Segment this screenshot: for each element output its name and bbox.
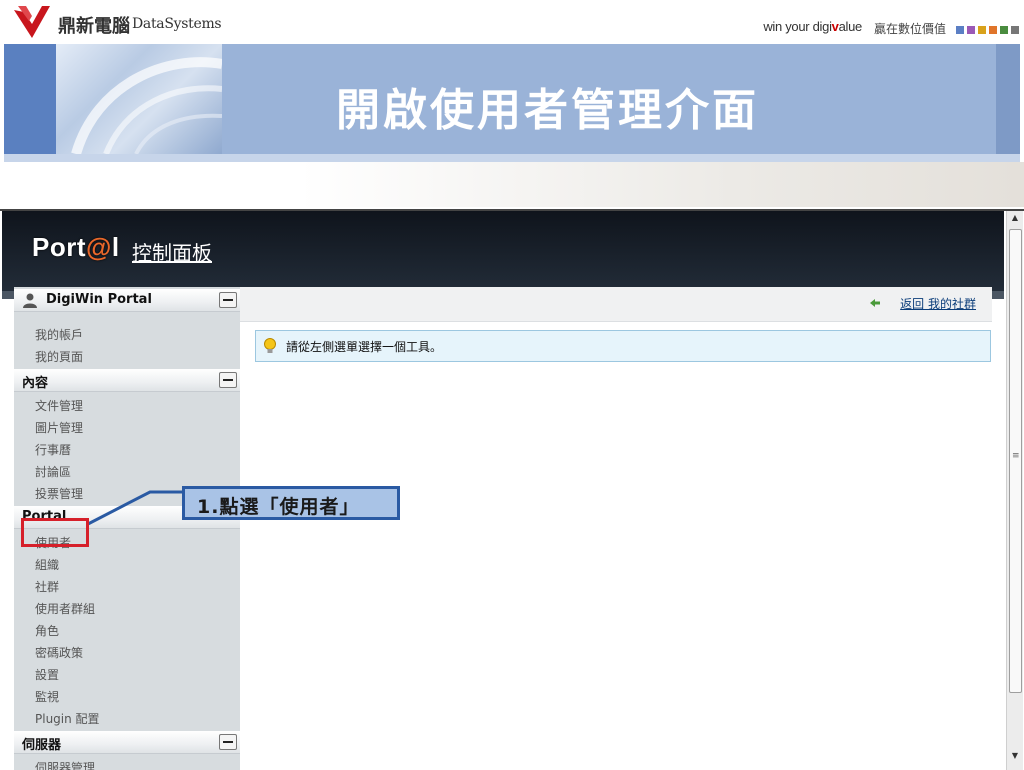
collapse-icon[interactable]: [219, 372, 237, 388]
slogan-mark: v: [831, 19, 839, 34]
slogan-prefix: win your digi: [763, 19, 832, 34]
sidebar-item-communities[interactable]: 社群: [35, 578, 59, 595]
info-message-box: 請從左側選單選擇一個工具。: [255, 330, 991, 362]
slide-title: 開啟使用者管理介面: [336, 85, 759, 136]
back-to-my-community-link[interactable]: 返回 我的社群: [900, 295, 976, 312]
sidebar-item-roles[interactable]: 角色: [35, 622, 59, 639]
sidebar-item-image-gallery[interactable]: 圖片管理: [35, 419, 83, 436]
slogan: win your digivalue: [763, 19, 862, 34]
grip-icon: ≡: [1012, 451, 1020, 461]
sidebar-item-document-library[interactable]: 文件管理: [35, 397, 83, 414]
sidebar-item-server-admin[interactable]: 伺服器管理: [35, 759, 95, 770]
sidebar-item-password-policies[interactable]: 密碼政策: [35, 644, 83, 661]
section-label: 內容: [22, 376, 49, 391]
sidebar-section-server[interactable]: 伺服器: [14, 731, 240, 754]
banner-edge: [996, 44, 1020, 154]
staircase-photo: [56, 44, 223, 156]
sidebar-section-digiwin-portal[interactable]: DigiWin Portal: [14, 289, 240, 312]
banner-stripe: [4, 154, 1020, 162]
sidebar-item-plugin-config[interactable]: Plugin 配置: [35, 710, 100, 727]
sidebar-item-polls[interactable]: 投票管理: [35, 485, 83, 502]
sidebar-section-content[interactable]: 內容: [14, 369, 240, 392]
content-toolbar: 返回 我的社群: [240, 287, 992, 322]
staircase-graphic: [71, 57, 223, 156]
company-logo-icon: [14, 6, 50, 38]
sidebar-item-settings[interactable]: 設置: [35, 666, 59, 683]
banner-accent: [4, 44, 56, 154]
instruction-callout: 1.點選「使用者」: [182, 486, 400, 520]
user-icon: [23, 293, 37, 308]
lightbulb-icon: [264, 338, 276, 353]
portal-header: Port@l 控制面板: [2, 211, 1004, 291]
banner-fade: [300, 162, 1024, 207]
slogan-square: [1011, 26, 1019, 34]
slide-banner: 鼎新電腦 DataSystems win your digivalue 贏在數位…: [0, 0, 1024, 207]
browser-window: Port@l 控制面板 DigiWin Portal 我的帳戶 我的頁面 內容 …: [0, 209, 1024, 770]
portal-logo-at: @: [86, 232, 112, 262]
back-arrow-icon: [870, 299, 880, 307]
users-highlight-box: [21, 518, 89, 547]
slogan-suffix: alue: [838, 19, 863, 34]
sidebar-item-organizations[interactable]: 組織: [35, 556, 59, 573]
scroll-up-icon[interactable]: ▲: [1007, 213, 1023, 227]
title-band: 開啟使用者管理介面: [4, 44, 1020, 156]
sidebar-item-message-boards[interactable]: 討論區: [35, 463, 71, 480]
portal-logo-prefix: Port: [32, 232, 86, 262]
callout-text: 1.點選「使用者」: [197, 496, 360, 518]
sidebar-item-my-account[interactable]: 我的帳戶: [35, 326, 83, 343]
sidebar-item-user-groups[interactable]: 使用者群組: [35, 600, 95, 617]
section-label: 伺服器: [22, 738, 62, 753]
section-label: DigiWin Portal: [46, 292, 152, 307]
company-name-en: DataSystems: [132, 16, 222, 32]
vertical-scrollbar[interactable]: ▲ ≡ ▼: [1006, 211, 1023, 770]
sidebar-item-calendar[interactable]: 行事曆: [35, 441, 71, 458]
slogan-square: [1000, 26, 1008, 34]
scroll-down-icon[interactable]: ▼: [1007, 751, 1023, 765]
portal-logo-suffix: l: [111, 232, 120, 262]
slogan-square: [978, 26, 986, 34]
portal-logo[interactable]: Port@l: [32, 232, 120, 263]
info-message: 請從左側選單選擇一個工具。: [286, 340, 443, 354]
slogan-square: [956, 26, 964, 34]
slogan-cn: 贏在數位價值: [873, 22, 946, 36]
collapse-icon[interactable]: [219, 292, 237, 308]
collapse-icon[interactable]: [219, 734, 237, 750]
sidebar-item-monitoring[interactable]: 監視: [35, 688, 59, 705]
slogan-square: [989, 26, 997, 34]
sidebar-item-my-pages[interactable]: 我的頁面: [35, 348, 83, 365]
scrollbar-thumb[interactable]: ≡: [1009, 229, 1022, 693]
company-name-cn: 鼎新電腦: [58, 16, 130, 37]
logo-bar: 鼎新電腦 DataSystems win your digivalue 贏在數位…: [4, 2, 1020, 45]
control-panel-link[interactable]: 控制面板: [132, 237, 212, 266]
slogan-square: [967, 26, 975, 34]
